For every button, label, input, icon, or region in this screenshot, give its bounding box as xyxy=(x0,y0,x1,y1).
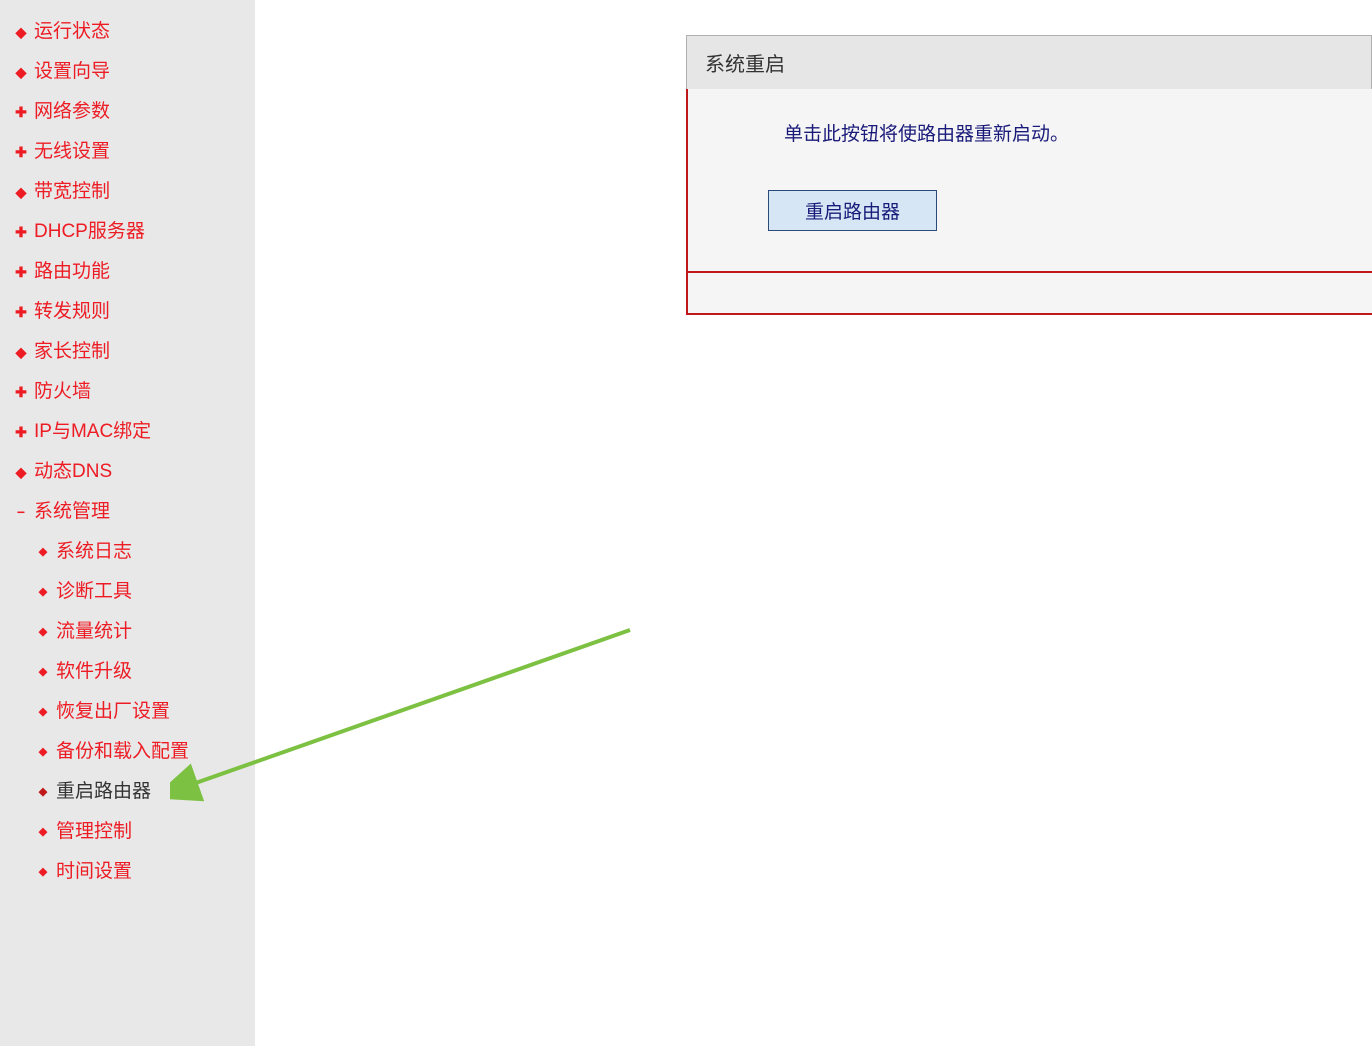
nav-item-dhcp[interactable]: ✚ DHCP服务器 xyxy=(0,212,255,252)
bullet-icon: ◆ xyxy=(14,180,28,204)
bullet-icon: ◆ xyxy=(36,740,50,764)
nav-sub-label: 流量统计 xyxy=(56,620,132,644)
nav-item-status[interactable]: ◆ 运行状态 xyxy=(0,12,255,52)
nav-label: DHCP服务器 xyxy=(34,220,145,244)
nav-sub-label: 系统日志 xyxy=(56,540,132,564)
nav-item-firewall[interactable]: ✚ 防火墙 xyxy=(0,372,255,412)
bullet-icon: ◆ xyxy=(36,660,50,684)
bullet-icon: ◆ xyxy=(36,540,50,564)
nav-item-ipmac[interactable]: ✚ IP与MAC绑定 xyxy=(0,412,255,452)
nav-sub-label: 管理控制 xyxy=(56,820,132,844)
nav-label: 设置向导 xyxy=(34,60,110,84)
plus-icon: ✚ xyxy=(14,260,28,284)
nav-label: 路由功能 xyxy=(34,260,110,284)
nav-label: 系统管理 xyxy=(34,500,110,524)
bullet-icon: ◆ xyxy=(36,860,50,884)
nav-sub-reboot[interactable]: ◆ 重启路由器 xyxy=(0,772,255,812)
nav-sub-diagnostic[interactable]: ◆ 诊断工具 xyxy=(0,572,255,612)
bullet-icon: ◆ xyxy=(36,780,50,804)
plus-icon: ✚ xyxy=(14,100,28,124)
nav-item-system[interactable]: − 系统管理 xyxy=(0,492,255,532)
nav-sub-traffic[interactable]: ◆ 流量统计 xyxy=(0,612,255,652)
minus-icon: − xyxy=(14,500,28,524)
nav-label: 动态DNS xyxy=(34,460,112,484)
plus-icon: ✚ xyxy=(14,220,28,244)
bullet-icon: ◆ xyxy=(14,340,28,364)
nav-label: 无线设置 xyxy=(34,140,110,164)
bullet-icon: ◆ xyxy=(36,620,50,644)
plus-icon: ✚ xyxy=(14,420,28,444)
nav-sub-firmware[interactable]: ◆ 软件升级 xyxy=(0,652,255,692)
reboot-button[interactable]: 重启路由器 xyxy=(768,190,937,231)
bullet-icon: ◆ xyxy=(36,700,50,724)
nav-item-forwarding[interactable]: ✚ 转发规则 xyxy=(0,292,255,332)
bullet-icon: ◆ xyxy=(14,460,28,484)
nav-label: 家长控制 xyxy=(34,340,110,364)
nav-sub-time[interactable]: ◆ 时间设置 xyxy=(0,852,255,892)
nav-item-routing[interactable]: ✚ 路由功能 xyxy=(0,252,255,292)
plus-icon: ✚ xyxy=(14,380,28,404)
nav-label: 转发规则 xyxy=(34,300,110,324)
nav-sub-label: 恢复出厂设置 xyxy=(56,700,170,724)
bullet-icon: ◆ xyxy=(36,580,50,604)
plus-icon: ✚ xyxy=(14,140,28,164)
nav-item-network[interactable]: ✚ 网络参数 xyxy=(0,92,255,132)
nav-item-ddns[interactable]: ◆ 动态DNS xyxy=(0,452,255,492)
panel-description: 单击此按钮将使路由器重新启动。 xyxy=(784,119,1372,146)
nav-sub-admin[interactable]: ◆ 管理控制 xyxy=(0,812,255,852)
nav-sub-label: 诊断工具 xyxy=(56,580,132,604)
panel-body: 单击此按钮将使路由器重新启动。 重启路由器 xyxy=(686,89,1372,273)
panel-title: 系统重启 xyxy=(686,35,1372,89)
nav-sub-backup[interactable]: ◆ 备份和载入配置 xyxy=(0,732,255,772)
bullet-icon: ◆ xyxy=(36,820,50,844)
nav-sub-label: 备份和载入配置 xyxy=(56,740,189,764)
nav-sub-label: 时间设置 xyxy=(56,860,132,884)
bullet-icon: ◆ xyxy=(14,60,28,84)
nav-label: 防火墙 xyxy=(34,380,91,404)
bullet-icon: ◆ xyxy=(14,20,28,44)
nav-label: 网络参数 xyxy=(34,100,110,124)
nav-item-wireless[interactable]: ✚ 无线设置 xyxy=(0,132,255,172)
nav-sub-label: 重启路由器 xyxy=(56,780,151,804)
main-panel: 系统重启 单击此按钮将使路由器重新启动。 重启路由器 xyxy=(686,35,1372,315)
nav-item-bandwidth[interactable]: ◆ 带宽控制 xyxy=(0,172,255,212)
nav-sub-syslog[interactable]: ◆ 系统日志 xyxy=(0,532,255,572)
nav-item-parental[interactable]: ◆ 家长控制 xyxy=(0,332,255,372)
plus-icon: ✚ xyxy=(14,300,28,324)
nav-sub-label: 软件升级 xyxy=(56,660,132,684)
nav-label: 运行状态 xyxy=(34,20,110,44)
sidebar: ◆ 运行状态 ◆ 设置向导 ✚ 网络参数 ✚ 无线设置 ◆ 带宽控制 ✚ DHC… xyxy=(0,0,255,1046)
nav-label: IP与MAC绑定 xyxy=(34,420,151,444)
nav-item-wizard[interactable]: ◆ 设置向导 xyxy=(0,52,255,92)
nav-label: 带宽控制 xyxy=(34,180,110,204)
nav-sub-factory[interactable]: ◆ 恢复出厂设置 xyxy=(0,692,255,732)
panel-footer xyxy=(686,273,1372,315)
